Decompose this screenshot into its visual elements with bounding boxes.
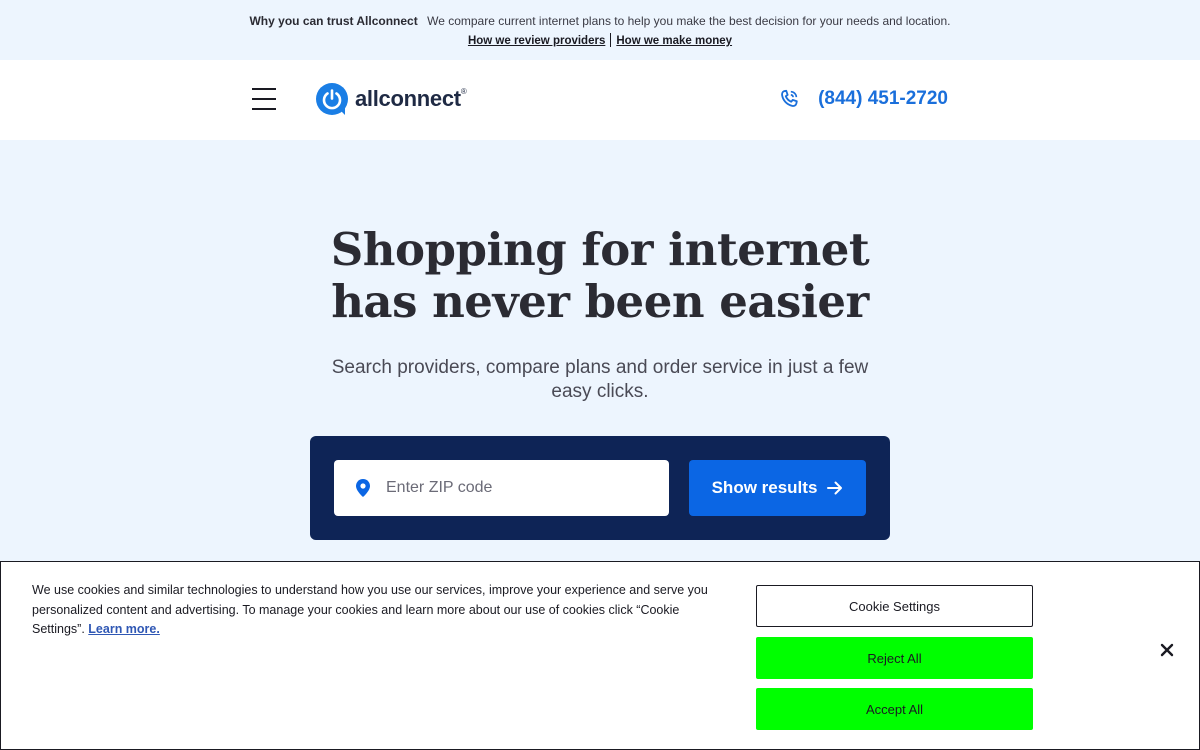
phone-number: (844) 451-2720 bbox=[818, 88, 948, 109]
menu-icon[interactable] bbox=[252, 88, 276, 110]
accept-all-button[interactable]: Accept All bbox=[756, 688, 1033, 730]
reject-all-button[interactable]: Reject All bbox=[756, 637, 1033, 679]
learn-more-link[interactable]: Learn more. bbox=[88, 622, 160, 636]
trust-links: How we review providers How we make money bbox=[0, 33, 1200, 47]
arrow-right-icon bbox=[827, 481, 843, 495]
trust-bar: Why you can trust Allconnect We compare … bbox=[0, 0, 1200, 60]
hero: Shopping for internet has never been eas… bbox=[0, 224, 1200, 404]
power-icon bbox=[316, 83, 348, 115]
location-pin-icon bbox=[356, 479, 370, 497]
cookie-banner: We use cookies and similar technologies … bbox=[0, 561, 1200, 750]
show-results-button[interactable]: Show results bbox=[689, 460, 866, 516]
cookie-text: We use cookies and similar technologies … bbox=[32, 583, 708, 636]
link-divider bbox=[610, 33, 612, 47]
cookie-settings-button[interactable]: Cookie Settings bbox=[756, 585, 1033, 627]
how-we-make-money-link[interactable]: How we make money bbox=[616, 35, 732, 47]
zip-search-form: Show results bbox=[310, 436, 890, 540]
trust-text: We compare current internet plans to hel… bbox=[427, 14, 951, 28]
hero-title: Shopping for internet has never been eas… bbox=[330, 223, 870, 328]
how-we-review-link[interactable]: How we review providers bbox=[468, 35, 605, 47]
trust-title: Why you can trust Allconnect bbox=[249, 14, 418, 28]
trust-line: Why you can trust Allconnect We compare … bbox=[0, 14, 1200, 28]
phone-icon bbox=[781, 89, 798, 107]
logo[interactable]: allconnect® bbox=[316, 83, 467, 115]
phone-link[interactable]: (844) 451-2720 bbox=[778, 88, 948, 110]
close-icon[interactable] bbox=[1159, 642, 1175, 658]
zip-field[interactable] bbox=[334, 460, 669, 516]
logo-text: allconnect® bbox=[355, 86, 467, 111]
site-header: allconnect® (844) 451-2720 bbox=[0, 60, 1200, 140]
zip-input[interactable] bbox=[386, 479, 636, 497]
hero-subtitle: Search providers, compare plans and orde… bbox=[331, 357, 869, 402]
